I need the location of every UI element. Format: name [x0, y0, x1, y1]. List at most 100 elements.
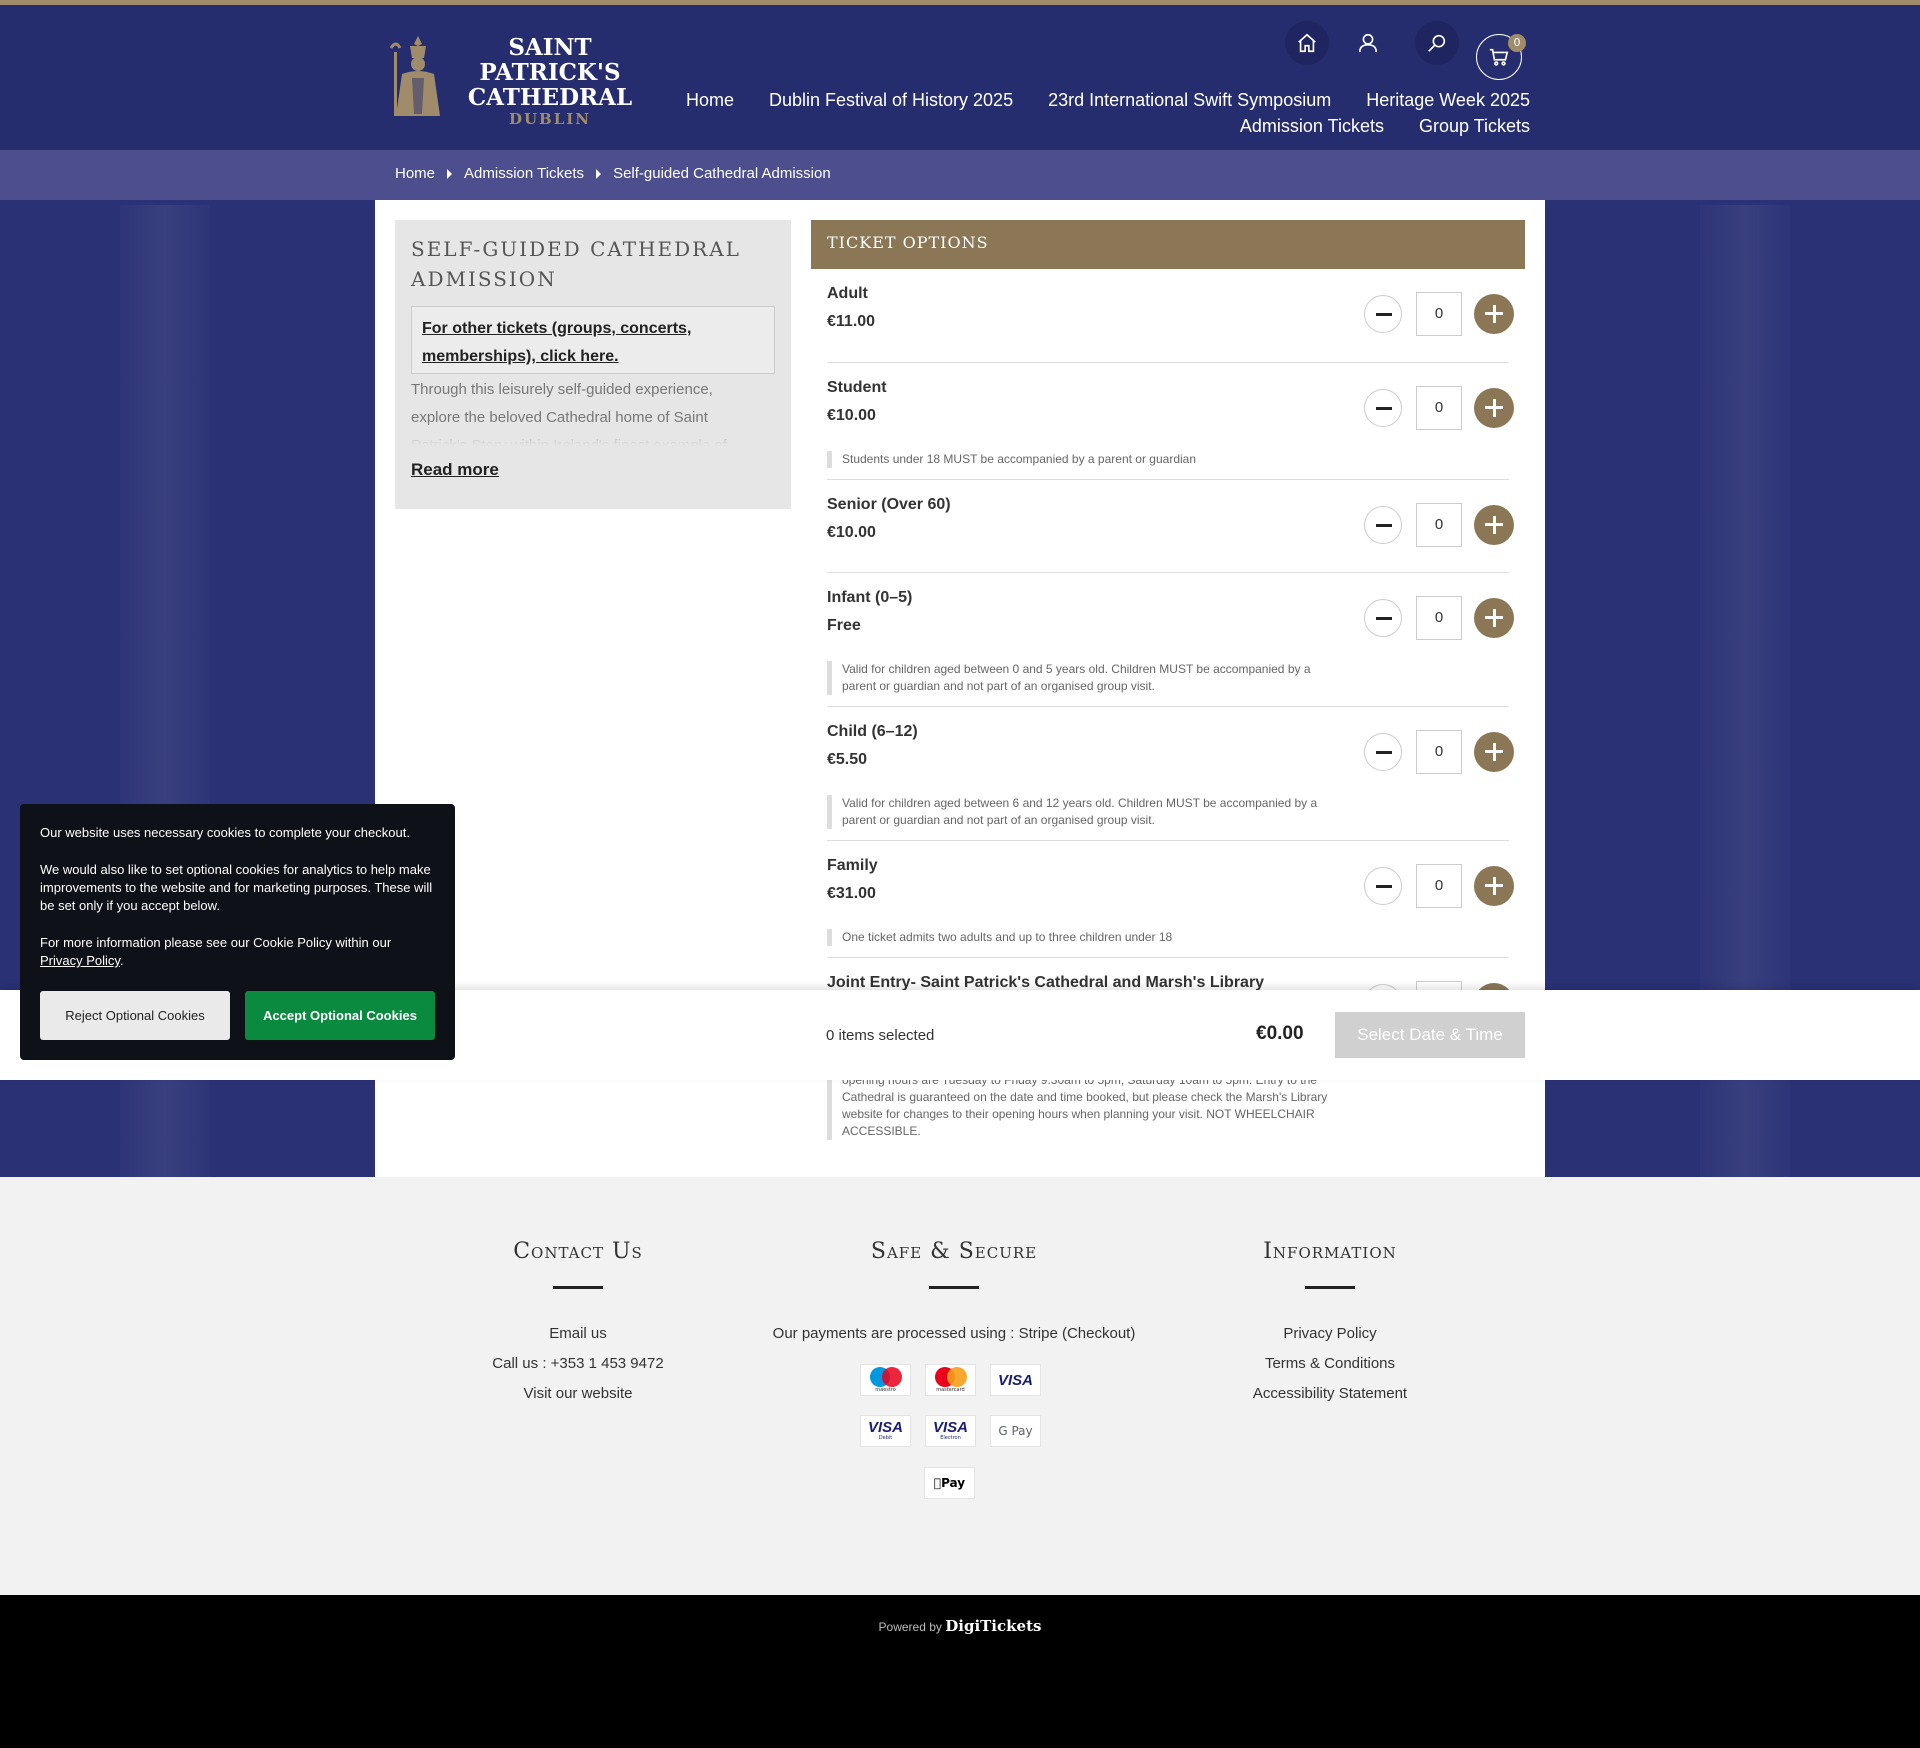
- logo-line-1: SAINT: [508, 34, 592, 61]
- accessibility-statement-link[interactable]: Accessibility Statement: [1230, 1379, 1430, 1409]
- decrease-quantity-button[interactable]: [1364, 599, 1402, 637]
- call-us-link[interactable]: Call us : +353 1 453 9472: [478, 1349, 678, 1379]
- powered-by-prefix: Powered by: [878, 1620, 942, 1634]
- read-more-link[interactable]: Read more: [411, 460, 499, 480]
- cart-count-badge: 0: [1508, 34, 1526, 52]
- logo-line-3: CATHEDRAL: [467, 84, 633, 111]
- ticket-name: Infant (0–5): [827, 589, 913, 606]
- ticket-row-family: Family €31.00 One ticket admits two adul…: [827, 841, 1514, 958]
- ticket-note: One ticket admits two adults and up to t…: [827, 929, 1337, 946]
- accept-cookies-button[interactable]: Accept Optional Cookies: [245, 991, 435, 1040]
- ticket-price: €11.00: [827, 313, 876, 330]
- logo-wordmark: SAINT PATRICK'S CATHEDRAL DUBLIN: [460, 35, 640, 128]
- cookie-policy-period: .: [119, 953, 124, 968]
- quantity-stepper: 0: [1364, 730, 1514, 776]
- cookie-banner: Our website uses necessary cookies to co…: [20, 804, 455, 1060]
- other-tickets-box: For other tickets (groups, concerts, mem…: [411, 306, 775, 374]
- ticket-price: €10.00: [827, 407, 876, 424]
- privacy-policy-footer-link[interactable]: Privacy Policy: [1230, 1319, 1430, 1349]
- nav-home[interactable]: Home: [686, 90, 734, 111]
- maestro-label: maestro: [875, 1387, 896, 1393]
- visa-debit-icon: VISA Debit: [860, 1415, 911, 1447]
- decrease-quantity-button[interactable]: [1364, 506, 1402, 544]
- decrease-quantity-button[interactable]: [1364, 867, 1402, 905]
- quantity-input[interactable]: 0: [1416, 730, 1462, 774]
- ticket-row-infant: Infant (0–5) Free Valid for children age…: [827, 573, 1514, 707]
- ticket-name: Senior (Over 60): [827, 496, 951, 513]
- mastercard-label: mastercard: [936, 1387, 965, 1393]
- decrease-quantity-button[interactable]: [1364, 733, 1402, 771]
- footer-divider: [553, 1286, 603, 1289]
- search-button[interactable]: [1415, 21, 1459, 65]
- payment-logos-row-2: VISA Debit VISA Electron G Pay: [860, 1415, 1041, 1447]
- breadcrumb-home[interactable]: Home: [395, 165, 435, 182]
- increase-quantity-button[interactable]: [1474, 294, 1514, 334]
- increase-quantity-button[interactable]: [1474, 598, 1514, 638]
- ticket-note: Students under 18 MUST be accompanied by…: [827, 451, 1337, 468]
- footer-divider: [929, 1286, 979, 1289]
- footer-divider: [1305, 1286, 1355, 1289]
- increase-quantity-button[interactable]: [1474, 505, 1514, 545]
- payment-logos-row-1: maestro mastercard VISA: [860, 1364, 1041, 1396]
- ticket-row-senior: Senior (Over 60) €10.00 0: [827, 480, 1514, 573]
- quantity-input[interactable]: 0: [1416, 503, 1462, 547]
- site-footer: Contact Us Email us Call us : +353 1 453…: [0, 1177, 1920, 1595]
- logo-line-2: PATRICK'S: [479, 59, 621, 86]
- ticket-name: Adult: [827, 285, 868, 302]
- mastercard-icon: mastercard: [925, 1364, 976, 1396]
- cathedral-logo[interactable]: SAINT PATRICK'S CATHEDRAL DUBLIN: [388, 30, 640, 128]
- quantity-stepper: 0: [1364, 386, 1514, 432]
- breadcrumb-bar: Home Admission Tickets Self-guided Cathe…: [0, 150, 1920, 200]
- payment-logos-row-3: Pay: [924, 1467, 975, 1499]
- reject-cookies-button[interactable]: Reject Optional Cookies: [40, 991, 230, 1040]
- ticket-price: €5.50: [827, 751, 868, 768]
- select-date-time-button[interactable]: Select Date & Time: [1335, 1012, 1525, 1058]
- nav-swift-symposium[interactable]: 23rd International Swift Symposium: [1048, 90, 1331, 111]
- other-tickets-link[interactable]: For other tickets (groups, concerts, mem…: [422, 320, 691, 365]
- ticket-options-heading: TICKET OPTIONS: [811, 220, 1525, 269]
- google-pay-icon: G Pay: [990, 1415, 1041, 1447]
- payment-processor-text: Our payments are processed using : Strip…: [772, 1325, 1136, 1342]
- nav-group-tickets[interactable]: Group Tickets: [1419, 116, 1530, 137]
- privacy-policy-link[interactable]: Privacy Policy: [40, 953, 120, 968]
- breadcrumb-chevron-icon: [596, 168, 602, 179]
- quantity-input[interactable]: 0: [1416, 864, 1462, 908]
- account-button[interactable]: [1346, 21, 1390, 65]
- quantity-input[interactable]: 0: [1416, 596, 1462, 640]
- home-button[interactable]: [1285, 21, 1329, 65]
- cookie-text-necessary: Our website uses necessary cookies to co…: [40, 825, 410, 840]
- digitickets-logo[interactable]: DigiTickets: [945, 1617, 1041, 1635]
- nav-admission-tickets[interactable]: Admission Tickets: [1240, 116, 1384, 137]
- visa-label: VISA: [997, 1371, 1033, 1389]
- basket-total: €0.00: [1256, 1023, 1304, 1044]
- quantity-stepper: 0: [1364, 503, 1514, 549]
- decrease-quantity-button[interactable]: [1364, 295, 1402, 333]
- breadcrumb-admission-tickets[interactable]: Admission Tickets: [464, 165, 584, 182]
- footer-information: Information Privacy Policy Terms & Condi…: [1230, 1239, 1430, 1409]
- increase-quantity-button[interactable]: [1474, 732, 1514, 772]
- nav-heritage-week[interactable]: Heritage Week 2025: [1366, 90, 1530, 111]
- ticket-name: Student: [827, 379, 887, 396]
- user-icon: [1358, 33, 1378, 53]
- nav-festival-of-history[interactable]: Dublin Festival of History 2025: [769, 90, 1013, 111]
- ticket-note: Valid for children aged between 6 and 12…: [827, 795, 1337, 829]
- decrease-quantity-button[interactable]: [1364, 389, 1402, 427]
- apple-pay-icon: Pay: [924, 1467, 975, 1499]
- footer-secure-title: Safe & Secure: [870, 1239, 1038, 1264]
- quantity-stepper: 0: [1364, 864, 1514, 910]
- home-icon: [1298, 33, 1316, 53]
- quantity-input[interactable]: 0: [1416, 292, 1462, 336]
- main-nav-row-2: Admission Tickets Group Tickets: [1240, 116, 1530, 137]
- visit-website-link[interactable]: Visit our website: [478, 1379, 678, 1409]
- apple-pay-label: Pay: [937, 1476, 965, 1490]
- terms-conditions-link[interactable]: Terms & Conditions: [1230, 1349, 1430, 1379]
- visa-electron-label: VISA: [932, 1418, 968, 1436]
- ticket-row-student: Student €10.00 Students under 18 MUST be…: [827, 363, 1514, 480]
- product-title: SELF-GUIDED CATHEDRAL ADMISSION: [411, 237, 741, 291]
- quantity-input[interactable]: 0: [1416, 386, 1462, 430]
- ticket-price: Free: [827, 617, 861, 634]
- increase-quantity-button[interactable]: [1474, 388, 1514, 428]
- email-us-link[interactable]: Email us: [478, 1319, 678, 1349]
- footer-contact: Contact Us Email us Call us : +353 1 453…: [478, 1239, 678, 1409]
- increase-quantity-button[interactable]: [1474, 866, 1514, 906]
